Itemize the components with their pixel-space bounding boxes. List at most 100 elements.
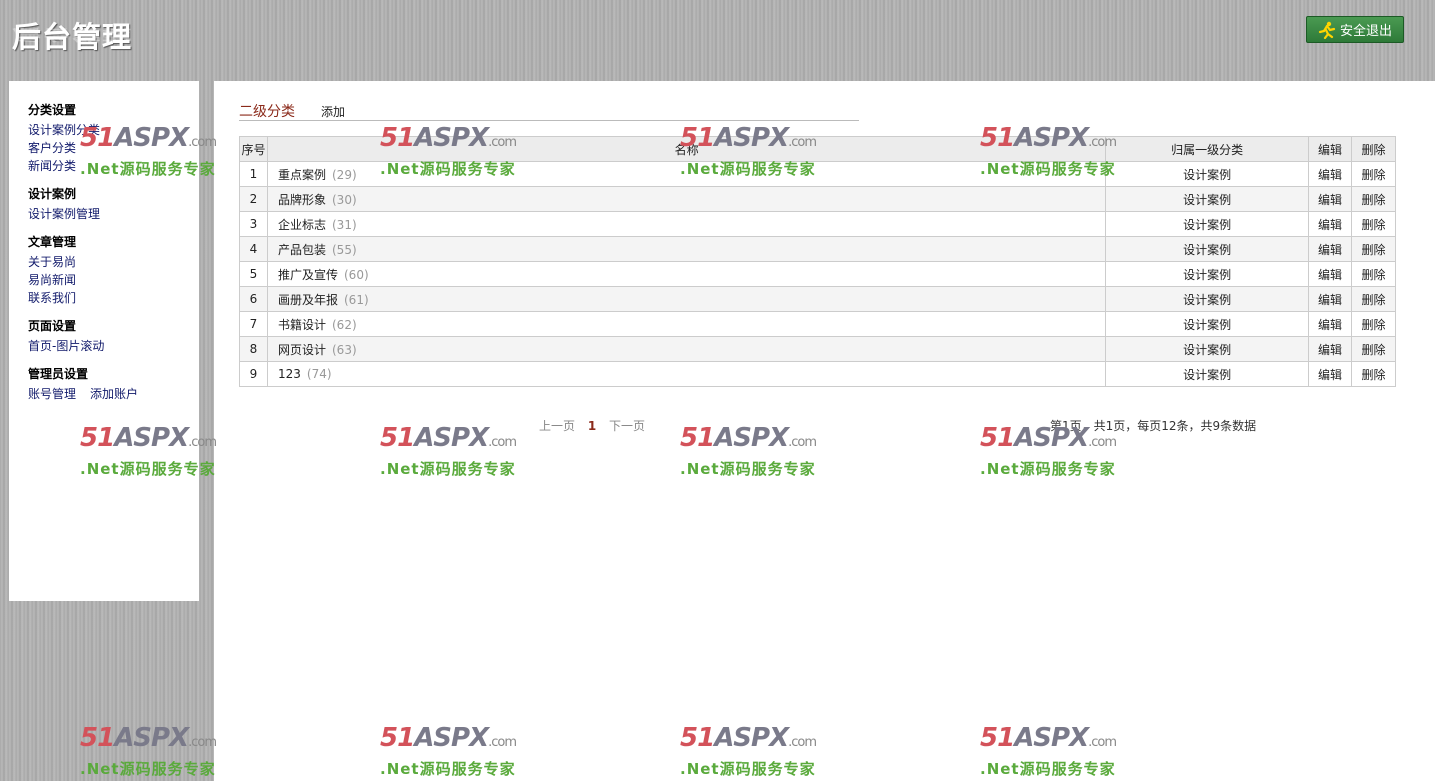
running-man-icon bbox=[1318, 21, 1336, 39]
sidebar-item-accounts[interactable]: 账号管理 bbox=[28, 385, 76, 403]
sidebar-item-contact[interactable]: 联系我们 bbox=[28, 289, 199, 307]
sidebar-group-title: 分类设置 bbox=[28, 103, 77, 117]
edit-link[interactable]: 编辑 bbox=[1308, 211, 1353, 237]
cell-no: 2 bbox=[239, 186, 268, 212]
column-header-no: 序号 bbox=[239, 136, 268, 162]
cell-name: 画册及年报 (61) bbox=[266, 286, 1107, 312]
sidebar-group-admin: 管理员设置 账号管理 添加账户 bbox=[28, 365, 199, 403]
category-name: 画册及年报 bbox=[277, 292, 338, 307]
cell-no: 6 bbox=[239, 286, 268, 312]
delete-link[interactable]: 删除 bbox=[1351, 236, 1396, 262]
cell-parent: 设计案例 bbox=[1105, 286, 1310, 312]
edit-link[interactable]: 编辑 bbox=[1308, 286, 1353, 312]
sidebar-group-title: 页面设置 bbox=[28, 319, 77, 333]
table-row: 6 画册及年报 (61) 设计案例 编辑 删除 bbox=[239, 286, 1396, 312]
category-count: (30) bbox=[332, 192, 357, 207]
cell-parent: 设计案例 bbox=[1105, 161, 1310, 187]
table-row: 9 123 (74) 设计案例 编辑 删除 bbox=[239, 361, 1396, 387]
cell-parent: 设计案例 bbox=[1105, 361, 1310, 387]
tab-sub-category[interactable]: 二级分类 bbox=[239, 101, 295, 121]
column-header-delete: 删除 bbox=[1351, 136, 1396, 162]
cell-name: 推广及宣传 (60) bbox=[266, 261, 1107, 287]
tab-bar: 二级分类 添加 bbox=[239, 99, 859, 121]
cell-no: 1 bbox=[239, 161, 268, 187]
prev-page-link[interactable]: 上一页 bbox=[539, 419, 575, 433]
category-name: 123 bbox=[277, 367, 301, 381]
delete-link[interactable]: 删除 bbox=[1351, 186, 1396, 212]
sidebar-group-cases: 设计案例 设计案例管理 bbox=[28, 185, 199, 223]
cell-parent: 设计案例 bbox=[1105, 236, 1310, 262]
table-row: 8 网页设计 (63) 设计案例 编辑 删除 bbox=[239, 336, 1396, 362]
delete-link[interactable]: 删除 bbox=[1351, 161, 1396, 187]
delete-link[interactable]: 删除 bbox=[1351, 361, 1396, 387]
cell-no: 7 bbox=[239, 311, 268, 337]
logout-button[interactable]: 安全退出 bbox=[1306, 16, 1404, 43]
category-count: (62) bbox=[332, 317, 357, 332]
edit-link[interactable]: 编辑 bbox=[1308, 236, 1353, 262]
cell-name: 重点案例 (29) bbox=[266, 161, 1107, 187]
category-name: 品牌形象 bbox=[277, 192, 326, 207]
table-row: 3 企业标志 (31) 设计案例 编辑 删除 bbox=[239, 211, 1396, 237]
sidebar-group-articles: 文章管理 关于易尚 易尚新闻 联系我们 bbox=[28, 233, 199, 307]
cell-parent: 设计案例 bbox=[1105, 186, 1310, 212]
edit-link[interactable]: 编辑 bbox=[1308, 336, 1353, 362]
category-count: (31) bbox=[332, 217, 357, 232]
sidebar-group-title: 文章管理 bbox=[28, 235, 77, 249]
current-page: 1 bbox=[587, 419, 597, 433]
table-row: 1 重点案例 (29) 设计案例 编辑 删除 bbox=[239, 161, 1396, 187]
cell-parent: 设计案例 bbox=[1105, 336, 1310, 362]
delete-link[interactable]: 删除 bbox=[1351, 336, 1396, 362]
table-row: 7 书籍设计 (62) 设计案例 编辑 删除 bbox=[239, 311, 1396, 337]
category-name: 书籍设计 bbox=[277, 317, 326, 332]
sidebar-item-case-category[interactable]: 设计案例分类 bbox=[28, 121, 199, 139]
delete-link[interactable]: 删除 bbox=[1351, 311, 1396, 337]
category-name: 企业标志 bbox=[277, 217, 326, 232]
cell-parent: 设计案例 bbox=[1105, 311, 1310, 337]
sidebar: 分类设置 设计案例分类 客户分类 新闻分类 设计案例 设计案例管理 文章管理 关… bbox=[9, 81, 199, 601]
sidebar-item-about[interactable]: 关于易尚 bbox=[28, 253, 199, 271]
category-count: (60) bbox=[344, 267, 369, 282]
column-header-name: 名称 bbox=[266, 136, 1107, 162]
sidebar-item-add-account[interactable]: 添加账户 bbox=[90, 385, 138, 403]
column-header-edit: 编辑 bbox=[1308, 136, 1353, 162]
category-count: (29) bbox=[332, 167, 357, 182]
watermark-slogan: .Net源码服务专家 bbox=[80, 760, 216, 778]
cell-name: 书籍设计 (62) bbox=[266, 311, 1107, 337]
category-name: 产品包装 bbox=[277, 242, 326, 257]
sidebar-item-news-category[interactable]: 新闻分类 bbox=[28, 157, 199, 175]
sidebar-group-category: 分类设置 设计案例分类 客户分类 新闻分类 bbox=[28, 101, 199, 175]
cell-no: 3 bbox=[239, 211, 268, 237]
edit-link[interactable]: 编辑 bbox=[1308, 361, 1353, 387]
table-row: 2 品牌形象 (30) 设计案例 编辑 删除 bbox=[239, 186, 1396, 212]
edit-link[interactable]: 编辑 bbox=[1308, 261, 1353, 287]
delete-link[interactable]: 删除 bbox=[1351, 211, 1396, 237]
edit-link[interactable]: 编辑 bbox=[1308, 161, 1353, 187]
cell-no: 8 bbox=[239, 336, 268, 362]
cell-parent: 设计案例 bbox=[1105, 261, 1310, 287]
category-count: (63) bbox=[332, 342, 357, 357]
next-page-link[interactable]: 下一页 bbox=[609, 419, 645, 433]
category-name: 网页设计 bbox=[277, 342, 326, 357]
category-table: 序号 名称 归属一级分类 编辑 删除 1 重点案例 (29) 设计案例 编辑 删除 2 品牌形… bbox=[239, 136, 1396, 387]
edit-link[interactable]: 编辑 bbox=[1308, 311, 1353, 337]
category-count: (55) bbox=[332, 242, 357, 257]
table-row: 5 推广及宣传 (60) 设计案例 编辑 删除 bbox=[239, 261, 1396, 287]
table-header-row: 序号 名称 归属一级分类 编辑 删除 bbox=[239, 136, 1396, 162]
edit-link[interactable]: 编辑 bbox=[1308, 186, 1353, 212]
logout-label: 安全退出 bbox=[1339, 24, 1392, 39]
category-count: (61) bbox=[344, 292, 369, 307]
category-count: (74) bbox=[306, 367, 332, 381]
page-title-reflection: 后台管理 bbox=[12, 26, 133, 43]
category-name: 重点案例 bbox=[277, 167, 326, 182]
cell-name: 企业标志 (31) bbox=[266, 211, 1107, 237]
sidebar-item-home-slider[interactable]: 首页-图片滚动 bbox=[28, 337, 199, 355]
delete-link[interactable]: 删除 bbox=[1351, 261, 1396, 287]
cell-name: 123 (74) bbox=[266, 361, 1107, 387]
sidebar-item-news[interactable]: 易尚新闻 bbox=[28, 271, 199, 289]
column-header-parent: 归属一级分类 bbox=[1105, 136, 1310, 162]
sidebar-group-pages: 页面设置 首页-图片滚动 bbox=[28, 317, 199, 355]
sidebar-item-client-category[interactable]: 客户分类 bbox=[28, 139, 199, 157]
tab-add[interactable]: 添加 bbox=[321, 103, 345, 120]
delete-link[interactable]: 删除 bbox=[1351, 286, 1396, 312]
sidebar-item-case-manage[interactable]: 设计案例管理 bbox=[28, 205, 199, 223]
